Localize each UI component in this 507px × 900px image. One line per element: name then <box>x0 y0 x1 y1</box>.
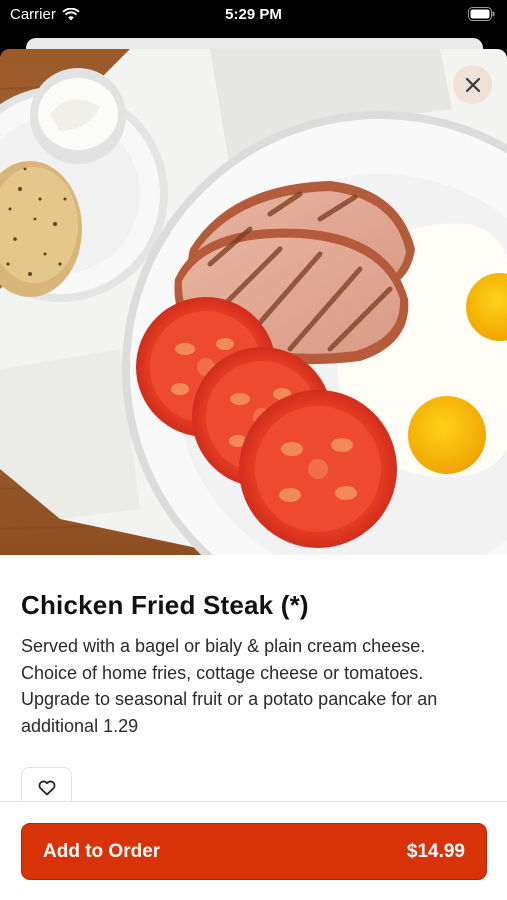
clock: 5:29 PM <box>225 6 282 23</box>
add-to-order-label: Add to Order <box>43 840 161 862</box>
close-icon <box>465 77 480 92</box>
status-bar: Carrier 5:29 PM <box>0 0 507 30</box>
battery-icon <box>468 7 495 25</box>
item-detail-sheet: Chicken Fried Steak (*) Served with a ba… <box>0 49 507 900</box>
food-photo <box>0 49 507 555</box>
item-title: Chicken Fried Steak (*) <box>21 590 309 620</box>
heart-icon <box>38 780 55 795</box>
item-details: Chicken Fried Steak (*) Served with a ba… <box>0 555 507 739</box>
item-price: $14.99 <box>406 840 465 862</box>
close-button[interactable] <box>453 65 492 104</box>
item-description: Served with a bagel or bialy & plain cre… <box>21 636 438 736</box>
bottom-action-bar: Add to Order $14.99 <box>0 801 507 900</box>
add-to-order-button[interactable]: Add to Order $14.99 <box>21 823 487 880</box>
